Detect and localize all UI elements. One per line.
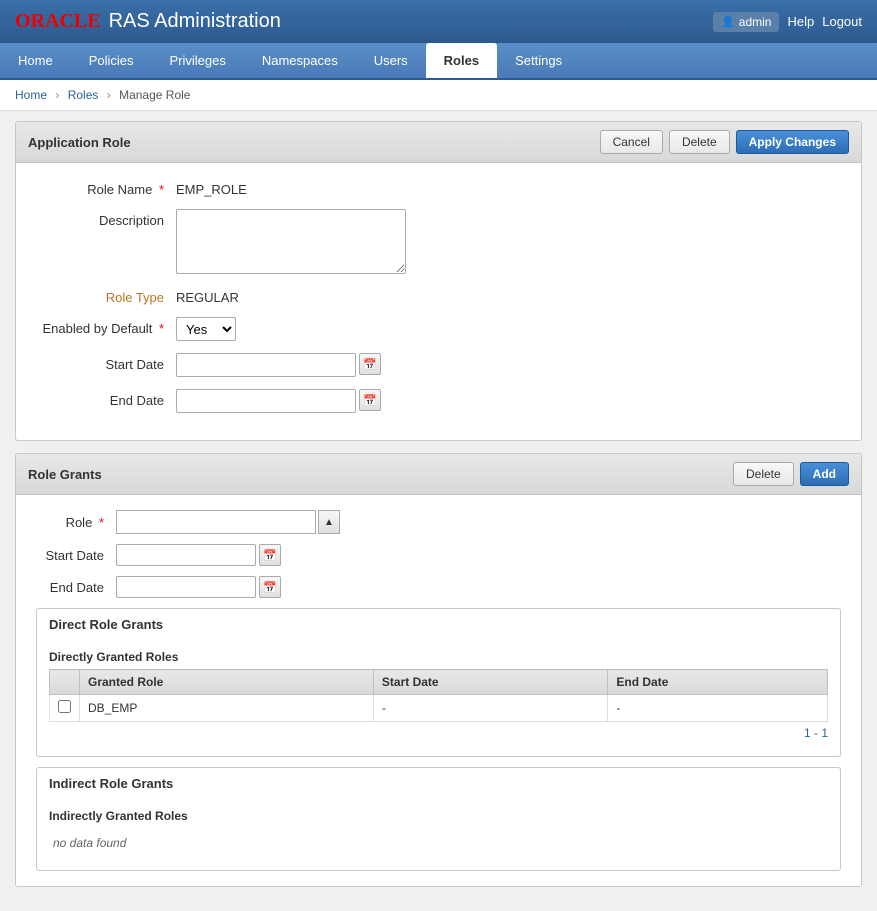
role-name-value: EMP_ROLE xyxy=(176,178,247,197)
end-date-input[interactable] xyxy=(176,389,356,413)
apply-changes-button[interactable]: Apply Changes xyxy=(736,130,849,154)
role-type-row: Role Type REGULAR xyxy=(36,286,841,305)
direct-role-grants-body: Directly Granted Roles Granted Role Star… xyxy=(37,640,840,756)
nav-users[interactable]: Users xyxy=(356,43,426,78)
role-type-label: Role Type xyxy=(36,286,176,305)
role-expand-icon[interactable]: ▲ xyxy=(318,510,340,534)
enabled-by-default-row: Enabled by Default * Yes No xyxy=(36,317,841,341)
app-title: RAS Administration xyxy=(109,10,281,33)
nav-roles[interactable]: Roles xyxy=(426,43,497,78)
role-name-required: * xyxy=(159,182,164,197)
description-label: Description xyxy=(36,209,176,228)
role-input[interactable] xyxy=(116,510,316,534)
enabled-required: * xyxy=(159,321,164,336)
description-input[interactable] xyxy=(176,209,406,274)
nav-namespaces[interactable]: Namespaces xyxy=(244,43,356,78)
role-grants-title: Role Grants xyxy=(28,467,102,482)
header: ORACLE RAS Administration 👤 admin Help L… xyxy=(0,0,877,43)
role-type-value: REGULAR xyxy=(176,286,239,305)
application-role-header: Application Role Cancel Delete Apply Cha… xyxy=(16,122,861,163)
table-header-granted-role: Granted Role xyxy=(80,670,374,695)
help-link[interactable]: Help xyxy=(787,14,814,29)
nav-settings[interactable]: Settings xyxy=(497,43,580,78)
table-header-start-date: Start Date xyxy=(373,670,607,695)
directly-granted-roles-title: Directly Granted Roles xyxy=(49,645,828,669)
table-cell-granted-role: DB_EMP xyxy=(80,695,374,722)
application-role-body: Role Name * EMP_ROLE Description Role Ty… xyxy=(16,163,861,440)
nav-policies[interactable]: Policies xyxy=(71,43,152,78)
role-grants-section: Role Grants Delete Add Role * ▲ Start Da… xyxy=(15,453,862,887)
start-date-row: Start Date 📅 xyxy=(36,353,841,377)
role-grants-add-button[interactable]: Add xyxy=(800,462,849,486)
role-input-row: Role * ▲ xyxy=(36,510,841,534)
nav-bar: Home Policies Privileges Namespaces User… xyxy=(0,43,877,80)
role-start-date-input[interactable] xyxy=(116,544,256,566)
indirectly-granted-roles-title: Indirectly Granted Roles xyxy=(49,804,828,828)
breadcrumb-roles[interactable]: Roles xyxy=(68,88,99,102)
table-header-checkbox xyxy=(50,670,80,695)
role-end-date-input[interactable] xyxy=(116,576,256,598)
logo-area: ORACLE RAS Administration xyxy=(15,10,281,33)
enabled-by-default-select[interactable]: Yes No xyxy=(176,317,236,341)
table-row: DB_EMP - - xyxy=(50,695,828,722)
role-grants-header: Role Grants Delete Add xyxy=(16,454,861,495)
end-date-calendar-icon[interactable]: 📅 xyxy=(359,389,381,411)
role-name-label: Role Name * xyxy=(36,178,176,197)
indirect-role-grants-subsection: Indirect Role Grants Indirectly Granted … xyxy=(36,767,841,871)
indirect-role-grants-body: Indirectly Granted Roles no data found xyxy=(37,799,840,870)
user-badge: 👤 admin xyxy=(713,12,779,32)
role-grants-body: Role * ▲ Start Date 📅 End Date 📅 Direc xyxy=(16,495,861,886)
role-end-date-calendar-icon[interactable]: 📅 xyxy=(259,576,281,598)
nav-privileges[interactable]: Privileges xyxy=(151,43,243,78)
end-date-row: End Date 📅 xyxy=(36,389,841,413)
user-label: admin xyxy=(739,15,772,29)
breadcrumb-current: Manage Role xyxy=(119,88,190,102)
logout-link[interactable]: Logout xyxy=(822,14,862,29)
role-end-date-label: End Date xyxy=(36,580,116,595)
start-date-calendar-icon[interactable]: 📅 xyxy=(359,353,381,375)
role-grants-actions: Delete Add xyxy=(733,462,849,486)
direct-role-grants-subsection: Direct Role Grants Directly Granted Role… xyxy=(36,608,841,757)
table-cell-start-date: - xyxy=(373,695,607,722)
application-role-section: Application Role Cancel Delete Apply Cha… xyxy=(15,121,862,441)
breadcrumb-home[interactable]: Home xyxy=(15,88,47,102)
role-name-row: Role Name * EMP_ROLE xyxy=(36,178,841,197)
cancel-button[interactable]: Cancel xyxy=(600,130,663,154)
breadcrumb: Home › Roles › Manage Role xyxy=(0,80,877,111)
row-checkbox[interactable] xyxy=(58,700,71,713)
application-role-actions: Cancel Delete Apply Changes xyxy=(600,130,849,154)
role-start-date-row: Start Date 📅 xyxy=(36,544,841,566)
role-input-label: Role * xyxy=(36,515,116,530)
direct-grants-pagination: 1 - 1 xyxy=(49,722,828,744)
direct-role-grants-title: Direct Role Grants xyxy=(37,609,840,640)
role-end-date-row: End Date 📅 xyxy=(36,576,841,598)
application-role-title: Application Role xyxy=(28,135,131,150)
indirect-role-grants-title: Indirect Role Grants xyxy=(37,768,840,799)
start-date-input[interactable] xyxy=(176,353,356,377)
role-start-date-label: Start Date xyxy=(36,548,116,563)
direct-grants-table: Granted Role Start Date End Date DB_EMP … xyxy=(49,669,828,722)
delete-button[interactable]: Delete xyxy=(669,130,730,154)
table-cell-checkbox[interactable] xyxy=(50,695,80,722)
description-row: Description xyxy=(36,209,841,274)
main-content: Application Role Cancel Delete Apply Cha… xyxy=(0,111,877,911)
table-cell-end-date: - xyxy=(608,695,828,722)
role-start-date-calendar-icon[interactable]: 📅 xyxy=(259,544,281,566)
nav-home[interactable]: Home xyxy=(0,43,71,78)
start-date-label: Start Date xyxy=(36,353,176,372)
role-grants-delete-button[interactable]: Delete xyxy=(733,462,794,486)
user-icon: 👤 xyxy=(721,15,735,28)
indirect-grants-no-data: no data found xyxy=(49,828,828,858)
table-header-end-date: End Date xyxy=(608,670,828,695)
header-actions: 👤 admin Help Logout xyxy=(713,12,862,32)
enabled-by-default-label: Enabled by Default * xyxy=(36,317,176,336)
oracle-logo: ORACLE xyxy=(15,10,101,33)
end-date-label: End Date xyxy=(36,389,176,408)
